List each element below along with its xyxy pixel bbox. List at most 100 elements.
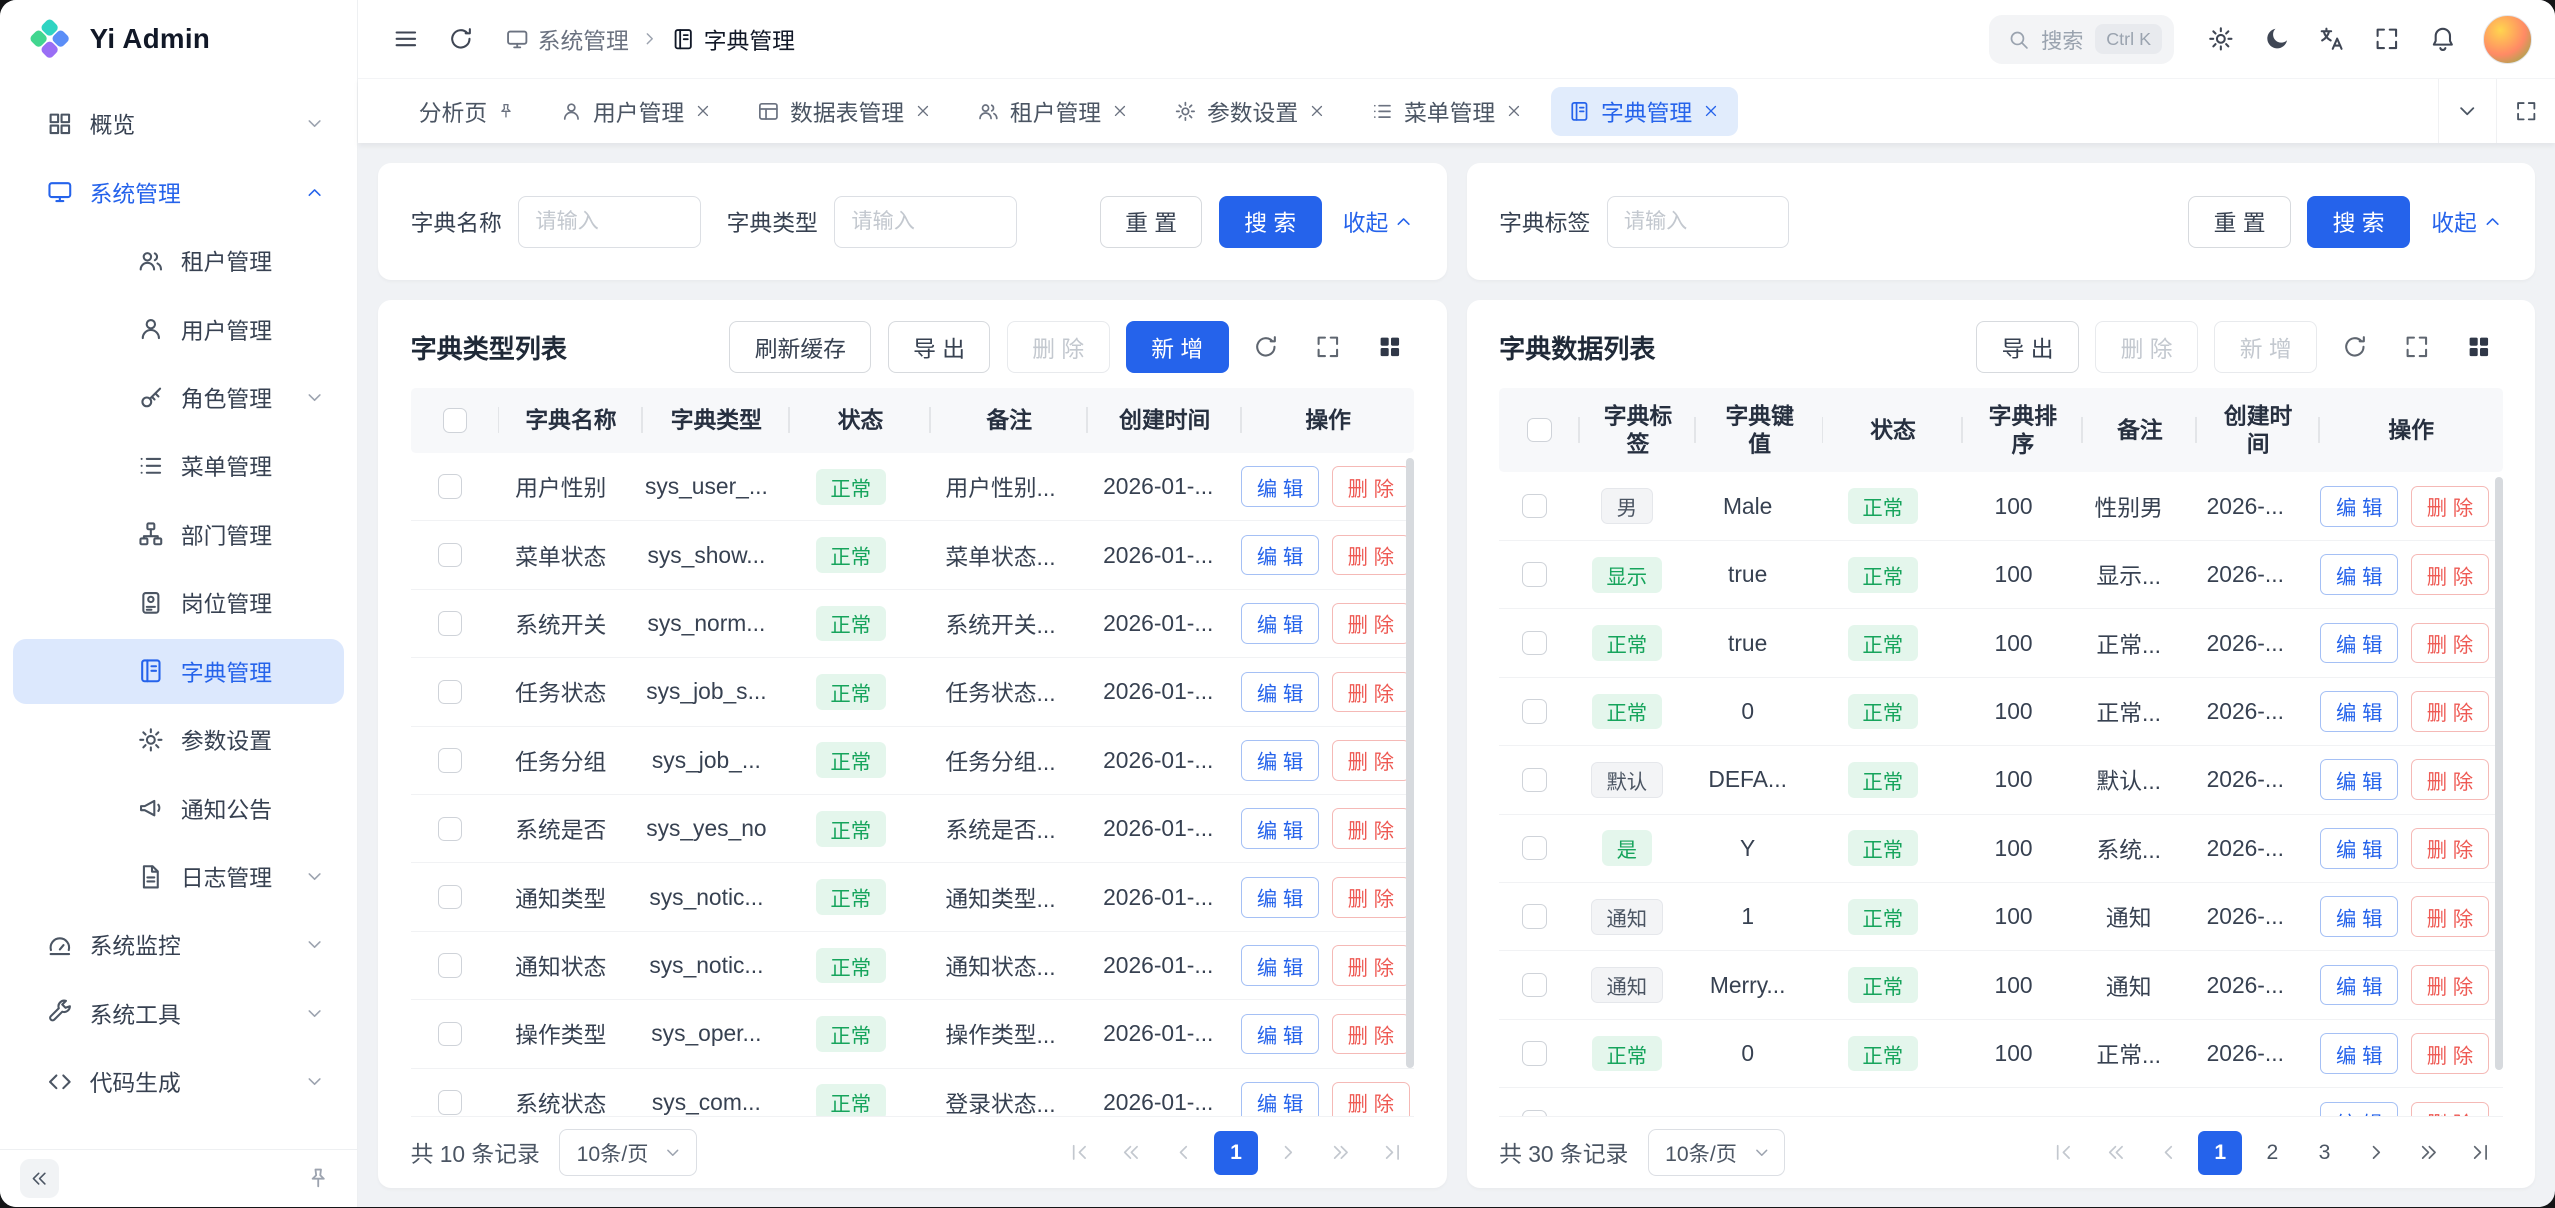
delete-button[interactable]: 删 除 bbox=[2411, 759, 2489, 800]
column-settings-button[interactable] bbox=[2454, 323, 2503, 372]
collapse-toggle[interactable]: 收起 bbox=[1343, 205, 1415, 238]
row-checkbox[interactable] bbox=[438, 1090, 462, 1114]
filter-input[interactable] bbox=[1607, 196, 1789, 248]
sidebar-item[interactable]: 部门管理 bbox=[13, 502, 344, 567]
collapse-toggle[interactable]: 收起 bbox=[2431, 205, 2503, 238]
global-search[interactable]: 搜索 Ctrl K bbox=[1989, 15, 2174, 64]
sidebar-item[interactable]: 租户管理 bbox=[13, 228, 344, 293]
edit-button[interactable]: 编 辑 bbox=[1241, 808, 1319, 849]
sidebar-item[interactable]: 通知公告 bbox=[13, 775, 344, 840]
sidebar-item[interactable]: 代码生成 bbox=[13, 1049, 344, 1114]
delete-button[interactable]: 删 除 bbox=[2411, 828, 2489, 869]
edit-button[interactable]: 编 辑 bbox=[1241, 1082, 1319, 1116]
sidebar-item[interactable]: 角色管理 bbox=[13, 365, 344, 430]
breadcrumb-item[interactable]: 字典管理 bbox=[671, 23, 795, 56]
delete-button[interactable]: 删 除 bbox=[1332, 1082, 1410, 1116]
row-checkbox[interactable] bbox=[1522, 1041, 1546, 1065]
fast-next-button[interactable] bbox=[1318, 1131, 1362, 1175]
tab-item[interactable]: 分析页 bbox=[401, 87, 533, 136]
row-checkbox[interactable] bbox=[1522, 631, 1546, 655]
add-button[interactable]: 新 增 bbox=[1126, 321, 1229, 373]
sidebar-collapse-button[interactable] bbox=[20, 1159, 59, 1198]
delete-button[interactable]: 删 除 bbox=[2411, 691, 2489, 732]
edit-button[interactable]: 编 辑 bbox=[1241, 877, 1319, 918]
edit-button[interactable]: 编 辑 bbox=[2320, 828, 2398, 869]
refresh-cache-button[interactable]: 刷新缓存 bbox=[729, 321, 871, 373]
row-checkbox[interactable] bbox=[438, 611, 462, 635]
tab-item[interactable]: 数据表管理 bbox=[740, 87, 950, 136]
delete-button[interactable]: 删 除 bbox=[1332, 603, 1410, 644]
sidebar-toggle-button[interactable] bbox=[381, 15, 430, 64]
filter-input[interactable] bbox=[834, 196, 1016, 248]
column-settings-button[interactable] bbox=[1366, 323, 1415, 372]
sidebar-item[interactable]: 日志管理 bbox=[13, 844, 344, 909]
delete-button[interactable]: 删 除 bbox=[1332, 535, 1410, 576]
row-checkbox[interactable] bbox=[438, 748, 462, 772]
row-checkbox[interactable] bbox=[438, 1022, 462, 1046]
delete-button[interactable]: 删 除 bbox=[2411, 896, 2489, 937]
delete-button[interactable]: 删 除 bbox=[2411, 1102, 2489, 1117]
sidebar-item[interactable]: 概览 bbox=[13, 91, 344, 156]
sidebar-item[interactable]: 岗位管理 bbox=[13, 570, 344, 635]
theme-toggle-button[interactable] bbox=[2252, 15, 2301, 64]
row-checkbox[interactable] bbox=[438, 680, 462, 704]
edit-button[interactable]: 编 辑 bbox=[2320, 486, 2398, 527]
avatar[interactable] bbox=[2483, 15, 2532, 64]
delete-button[interactable]: 删 除 bbox=[1332, 1014, 1410, 1055]
prev-page-button[interactable] bbox=[2146, 1131, 2190, 1175]
row-checkbox[interactable] bbox=[438, 543, 462, 567]
edit-button[interactable]: 编 辑 bbox=[1241, 466, 1319, 507]
delete-button[interactable]: 删 除 bbox=[2411, 554, 2489, 595]
fullscreen-table-button[interactable] bbox=[1304, 323, 1353, 372]
edit-button[interactable]: 编 辑 bbox=[2320, 759, 2398, 800]
tab-item[interactable]: 字典管理 bbox=[1551, 87, 1738, 136]
sidebar-pin-button[interactable] bbox=[299, 1159, 338, 1198]
row-checkbox[interactable] bbox=[1522, 699, 1546, 723]
sidebar-item[interactable]: 菜单管理 bbox=[13, 433, 344, 498]
tab-item[interactable]: 菜单管理 bbox=[1354, 87, 1541, 136]
refresh-table-button[interactable] bbox=[1242, 323, 1291, 372]
add-button[interactable]: 新 增 bbox=[2214, 321, 2317, 373]
tab-item[interactable]: 用户管理 bbox=[543, 87, 730, 136]
first-page-button[interactable] bbox=[2042, 1131, 2086, 1175]
delete-button[interactable]: 删 除 bbox=[1332, 945, 1410, 986]
settings-button[interactable] bbox=[2197, 15, 2246, 64]
fast-prev-button[interactable] bbox=[1110, 1131, 1154, 1175]
sidebar-item[interactable]: 参数设置 bbox=[13, 707, 344, 772]
delete-button[interactable]: 删 除 bbox=[1332, 740, 1410, 781]
delete-selected-button[interactable]: 删 除 bbox=[1007, 321, 1110, 373]
sidebar-item[interactable]: 系统管理 bbox=[13, 160, 344, 225]
row-checkbox[interactable] bbox=[1522, 562, 1546, 586]
select-all-checkbox[interactable] bbox=[1527, 418, 1551, 442]
sidebar-item[interactable]: 系统工具 bbox=[13, 981, 344, 1046]
reset-button[interactable]: 重 置 bbox=[2188, 196, 2291, 248]
edit-button[interactable]: 编 辑 bbox=[1241, 535, 1319, 576]
edit-button[interactable]: 编 辑 bbox=[2320, 623, 2398, 664]
edit-button[interactable]: 编 辑 bbox=[1241, 740, 1319, 781]
row-checkbox[interactable] bbox=[1522, 904, 1546, 928]
sidebar-item[interactable]: 用户管理 bbox=[13, 296, 344, 361]
delete-selected-button[interactable]: 删 除 bbox=[2095, 321, 2198, 373]
row-checkbox[interactable] bbox=[1522, 768, 1546, 792]
page-button-1[interactable]: 1 bbox=[1214, 1131, 1258, 1175]
search-button[interactable]: 搜 索 bbox=[1219, 196, 1322, 248]
delete-button[interactable]: 删 除 bbox=[2411, 1033, 2489, 1074]
delete-button[interactable]: 删 除 bbox=[1332, 877, 1410, 918]
search-button[interactable]: 搜 索 bbox=[2307, 196, 2410, 248]
row-checkbox[interactable] bbox=[438, 953, 462, 977]
tab-item[interactable]: 租户管理 bbox=[959, 87, 1146, 136]
next-page-button[interactable] bbox=[1266, 1131, 1310, 1175]
delete-button[interactable]: 删 除 bbox=[1332, 466, 1410, 507]
edit-button[interactable]: 编 辑 bbox=[2320, 1102, 2398, 1117]
fast-prev-button[interactable] bbox=[2094, 1131, 2138, 1175]
tab-item[interactable]: 参数设置 bbox=[1156, 87, 1343, 136]
edit-button[interactable]: 编 辑 bbox=[2320, 1033, 2398, 1074]
page-button-1[interactable]: 1 bbox=[2198, 1131, 2242, 1175]
row-checkbox[interactable] bbox=[438, 885, 462, 909]
page-size-select[interactable]: 10条/页 bbox=[559, 1129, 696, 1176]
edit-button[interactable]: 编 辑 bbox=[2320, 965, 2398, 1006]
row-checkbox[interactable] bbox=[1522, 1110, 1546, 1116]
page-button-2[interactable]: 2 bbox=[2250, 1131, 2294, 1175]
content-fullscreen-button[interactable] bbox=[2496, 79, 2555, 143]
edit-button[interactable]: 编 辑 bbox=[1241, 945, 1319, 986]
